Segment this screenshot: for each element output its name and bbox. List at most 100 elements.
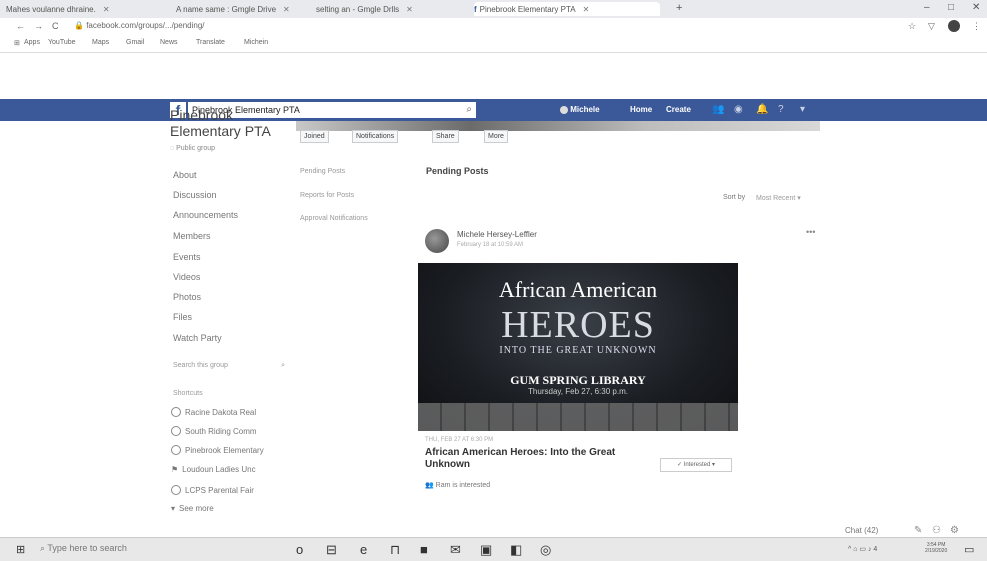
shortcut-item[interactable]: Racine Dakota Real <box>171 407 256 417</box>
maximize-button[interactable]: □ <box>948 2 954 13</box>
apps-icon[interactable]: ⊞ <box>14 39 20 47</box>
reload-button[interactable]: C <box>52 21 59 31</box>
caret-icon[interactable]: ▾ <box>800 104 805 115</box>
search-icon[interactable]: ⌕ <box>281 362 285 370</box>
create-link[interactable]: Create <box>666 105 691 114</box>
joined-button[interactable]: Joined <box>300 130 329 143</box>
task-view-icon[interactable]: ⊟ <box>326 542 337 558</box>
folder-icon[interactable]: ⊓ <box>390 542 400 558</box>
reports-for-posts-link[interactable]: Reports for Posts <box>300 192 354 199</box>
group-nav-files[interactable]: Files <box>173 312 192 322</box>
approval-notifications-link[interactable]: Approval Notifications <box>300 215 368 222</box>
close-icon[interactable]: ✕ <box>406 5 413 14</box>
poster-line: INTO THE GREAT UNKNOWN <box>499 345 657 356</box>
chrome-icon[interactable]: ◎ <box>540 542 551 558</box>
page-title: Pending Posts <box>426 166 489 176</box>
bell-icon[interactable]: 🔔 <box>756 104 768 115</box>
share-button[interactable]: Share <box>432 130 459 143</box>
chevron-down-icon: ▾ <box>171 504 176 513</box>
address-input[interactable]: 🔒 facebook.com/groups/.../pending/ <box>74 21 834 33</box>
profile-avatar[interactable] <box>948 20 960 32</box>
bookmark-translate[interactable]: Translate <box>196 39 225 46</box>
messenger-icon[interactable]: ◉ <box>734 104 743 115</box>
bookmark-news[interactable]: News <box>160 39 178 46</box>
taskbar-search-input[interactable]: ⌕ Type here to search <box>40 543 127 554</box>
browser-tab[interactable]: Mahes voulanne dhraine. ✕ <box>6 2 156 16</box>
help-icon[interactable]: ? <box>778 104 784 115</box>
windows-start-button[interactable]: ⊞ <box>16 543 25 556</box>
star-icon[interactable]: ☆ <box>908 21 916 32</box>
windows-taskbar: ⊞ ⌕ Type here to search o ⊟ e ⊓ ■ ✉ ▣ ◧ … <box>0 537 987 561</box>
sort-select[interactable]: Most Recent ▾ <box>756 194 801 202</box>
group-nav-photos[interactable]: Photos <box>173 292 201 302</box>
forward-button[interactable]: → <box>34 21 43 31</box>
mail-icon[interactable]: ✉ <box>450 542 461 558</box>
contacts-icon[interactable]: ⚇ <box>932 525 941 536</box>
shortcut-item[interactable]: LCPS Parental Fair <box>171 485 254 495</box>
user-profile-link[interactable]: Michele <box>560 105 600 114</box>
new-tab-button[interactable]: + <box>676 2 682 14</box>
group-title[interactable]: Pinebrook Elementary PTA <box>170 107 290 139</box>
group-nav-discussion[interactable]: Discussion <box>173 190 217 200</box>
group-icon <box>171 426 181 436</box>
bookmark-maps[interactable]: Maps <box>92 39 109 46</box>
close-icon[interactable]: ✕ <box>583 5 590 14</box>
edge-icon[interactable]: e <box>360 542 367 557</box>
close-window-button[interactable]: ✕ <box>972 2 980 13</box>
bookmark-youtube[interactable]: YouTube <box>48 39 76 46</box>
avatar <box>560 105 568 114</box>
cortana-icon[interactable]: o <box>296 542 303 557</box>
browser-tab[interactable]: selting an - Gmgle Drlls ✕ <box>316 2 456 16</box>
browser-tab-active[interactable]: f Pinebrook Elementary PTA ✕ <box>474 2 660 16</box>
group-icon <box>171 485 181 495</box>
shortcut-item[interactable]: South Riding Comm <box>171 426 257 436</box>
system-tray[interactable]: ^ ⌂ ▭ ♪ 4 <box>848 545 877 553</box>
friends-icon[interactable]: 👥 <box>712 104 724 115</box>
see-more-link[interactable]: ▾ See more <box>171 504 214 513</box>
post-author[interactable]: Michele Hersey-Leffler <box>457 230 537 239</box>
interested-button[interactable]: ✓ Interested ▾ <box>660 458 732 472</box>
browser-tab[interactable]: A name same : Gmgle Drive ✕ <box>176 2 306 16</box>
poster-heading: HEROES <box>501 304 655 346</box>
group-search-input[interactable]: Search this group ⌕ <box>173 362 285 369</box>
notifications-icon[interactable]: ▭ <box>964 543 974 556</box>
group-nav-watch-party[interactable]: Watch Party <box>173 333 222 343</box>
notifications-button[interactable]: Notifications <box>352 130 399 143</box>
close-icon[interactable]: ✕ <box>283 5 290 14</box>
avatar[interactable] <box>425 229 449 253</box>
address-text: facebook.com/groups/.../pending/ <box>86 21 205 30</box>
event-poster-image[interactable]: African American HEROES INTO THE GREAT U… <box>418 263 738 431</box>
pending-posts-link[interactable]: Pending Posts <box>300 168 345 175</box>
bookmark-gmail[interactable]: Gmail <box>126 39 144 46</box>
shortcut-item[interactable]: ⚑ Loudoun Ladies Unc <box>171 465 256 474</box>
calendar-icon[interactable]: ▣ <box>480 542 492 558</box>
group-nav-members[interactable]: Members <box>173 231 211 241</box>
post-options-button[interactable]: ••• <box>806 227 815 237</box>
group-nav-videos[interactable]: Videos <box>173 272 200 282</box>
compose-icon[interactable]: ✎ <box>914 525 922 536</box>
more-button[interactable]: More <box>484 130 508 143</box>
shortcut-item[interactable]: Pinebrook Elementary <box>171 445 264 455</box>
back-button[interactable]: ← <box>16 21 25 31</box>
event-title[interactable]: African American Heroes: Into the Great … <box>425 447 635 471</box>
search-icon[interactable]: ⌕ <box>466 102 472 118</box>
filter-icon[interactable]: ▽ <box>928 21 935 32</box>
minimize-button[interactable]: – <box>924 2 930 13</box>
poster-line: Thursday, Feb 27, 6:30 p.m. <box>528 387 628 396</box>
bookmark-apps[interactable]: Apps <box>24 39 40 46</box>
app-icon[interactable]: ◧ <box>510 542 522 558</box>
address-bar-row: ← → C 🔒 facebook.com/groups/.../pending/… <box>0 18 987 36</box>
group-nav-about[interactable]: About <box>173 170 197 180</box>
browser-menu-icon[interactable]: ⋮ <box>972 21 981 32</box>
group-nav-announcements[interactable]: Announcements <box>173 210 238 220</box>
taskbar-clock[interactable]: 3:54 PM 2/19/2020 <box>925 542 947 554</box>
group-nav-events[interactable]: Events <box>173 252 201 262</box>
bookmark-michein[interactable]: Michein <box>244 39 268 46</box>
gear-icon[interactable]: ⚙ <box>950 525 959 536</box>
chat-button[interactable]: Chat (42) <box>845 526 878 535</box>
sort-label: Sort by <box>723 194 746 201</box>
post-timestamp[interactable]: February 18 at 10:59 AM <box>457 242 523 248</box>
home-link[interactable]: Home <box>630 105 652 114</box>
close-icon[interactable]: ✕ <box>103 5 110 14</box>
store-icon[interactable]: ■ <box>420 542 428 557</box>
